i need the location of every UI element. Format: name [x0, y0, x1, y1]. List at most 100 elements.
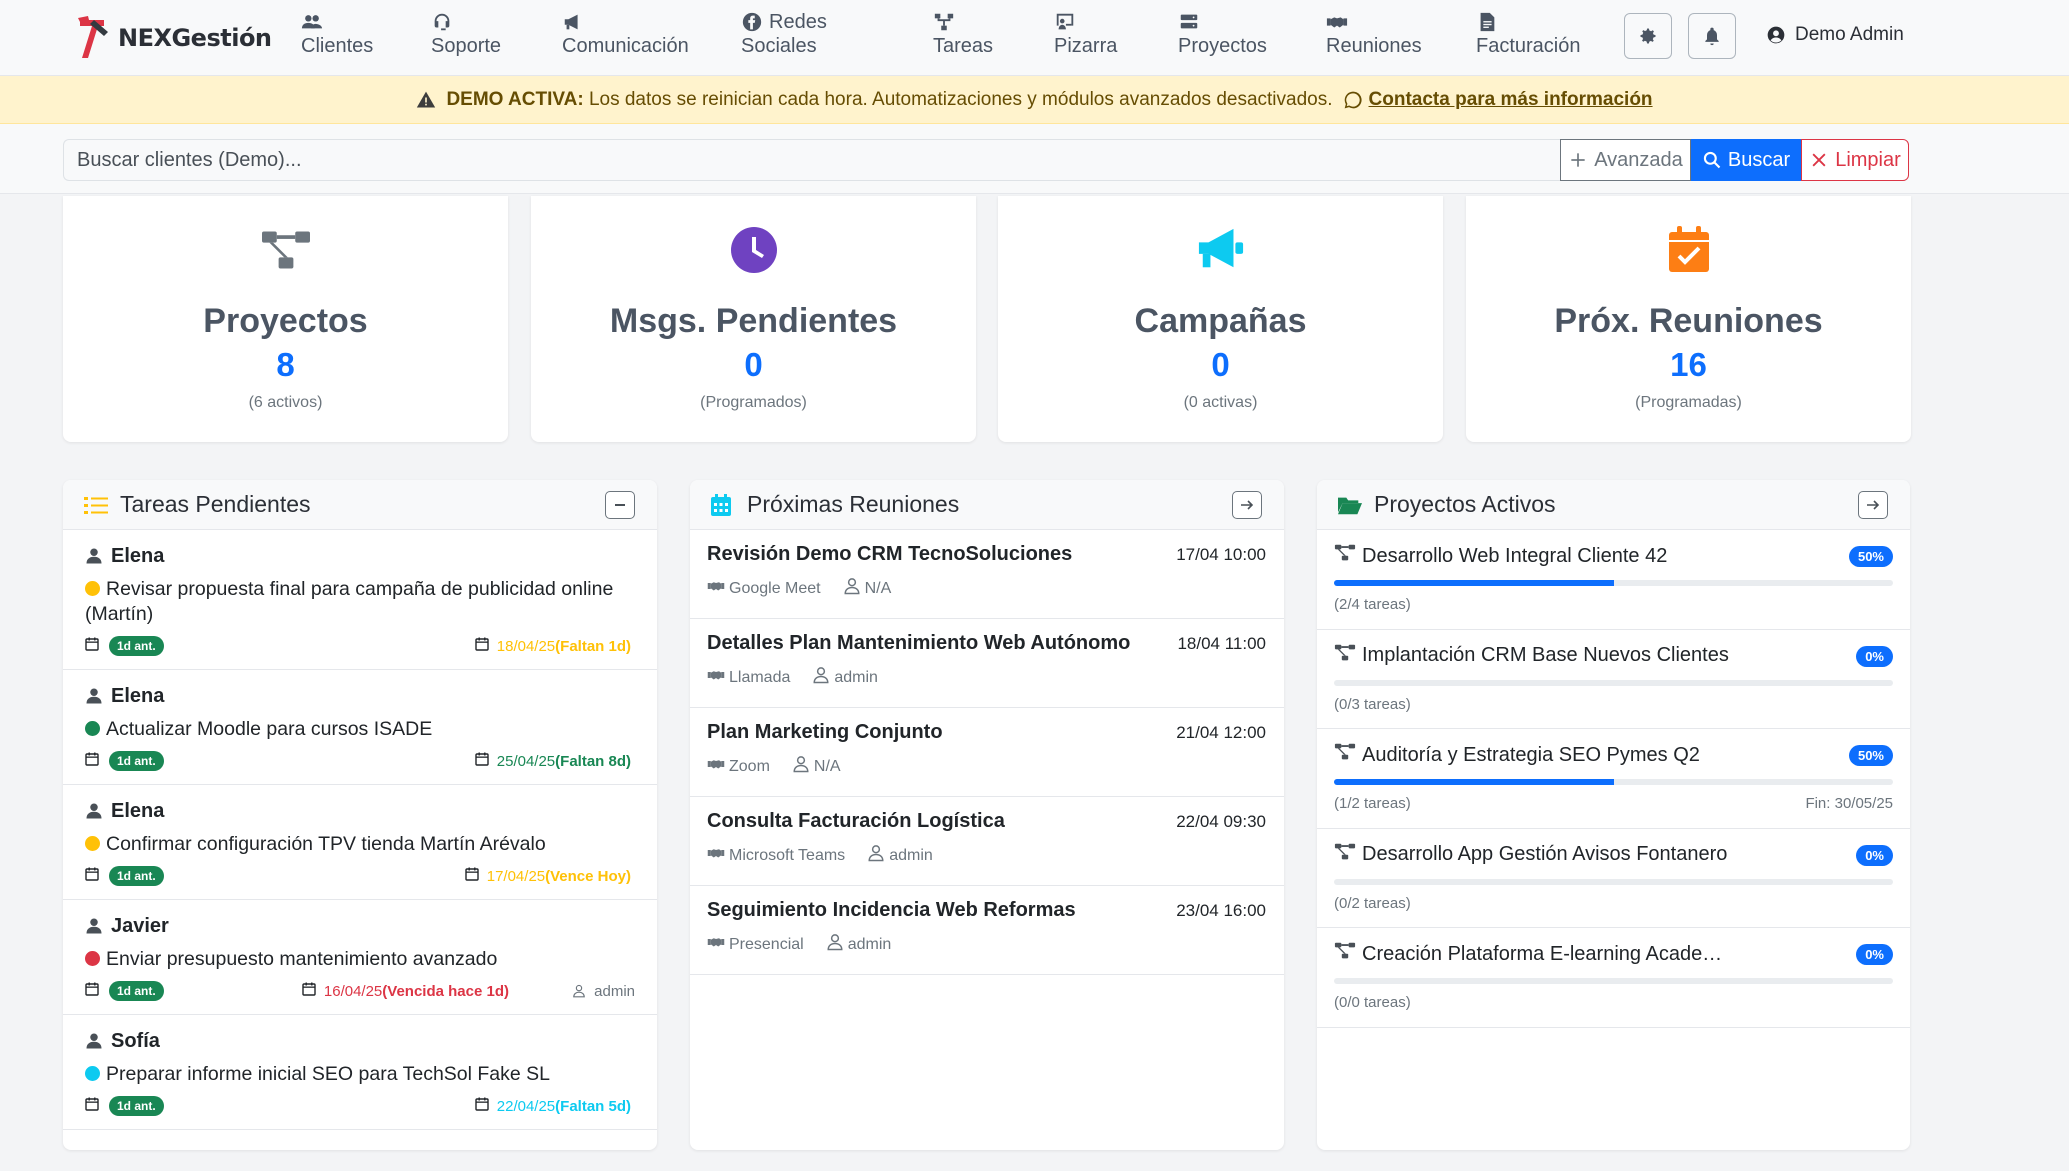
meeting-item[interactable]: Consulta Facturación Logística 22/04 09:3…: [690, 797, 1284, 886]
project-item[interactable]: Desarrollo App Gestión Avisos Fontanero 0…: [1317, 829, 1910, 928]
close-icon: [1812, 153, 1826, 167]
stat-value: 0: [1211, 346, 1230, 383]
nav-reuniones[interactable]: Reuniones: [1326, 10, 1422, 58]
tasks-panel: Tareas Pendientes Elena Revisar propuesta…: [63, 480, 657, 1150]
projects-list: Desarrollo Web Integral Cliente 42 50% (2/…: [1317, 530, 1910, 1028]
user-outline-icon: [812, 666, 830, 689]
nav-pizarra[interactable]: Pizarra: [1054, 10, 1117, 58]
calendar-small-icon: [85, 752, 99, 766]
progress-badge: 0%: [1856, 645, 1893, 667]
task-item[interactable]: Elena Revisar propuesta final para campañ…: [63, 530, 657, 670]
task-description-text: Confirmar configuración TPV tienda Martí…: [106, 833, 546, 855]
stat-value: 8: [276, 346, 295, 383]
meeting-item[interactable]: Seguimiento Incidencia Web Reformas 23/04…: [690, 886, 1284, 975]
meeting-item[interactable]: Revisión Demo CRM TecnoSoluciones 17/04 1…: [690, 530, 1284, 619]
stat-card-campanas[interactable]: Campañas 0 (0 activas): [998, 196, 1443, 442]
advanced-label: Avanzada: [1594, 148, 1683, 171]
user-outline-icon: [826, 933, 844, 956]
task-meta: 1d ant. 18/04/25 (Faltan 1d): [85, 635, 635, 657]
task-meta: 1d ant. 17/04/25 (Vence Hoy): [85, 865, 635, 887]
progress-badge: 0%: [1856, 844, 1893, 866]
open-meetings-button[interactable]: [1232, 491, 1262, 519]
nav-soporte[interactable]: Soporte: [431, 10, 501, 58]
nav-tareas[interactable]: Tareas: [933, 10, 993, 58]
calendar-small-icon: [85, 637, 99, 651]
meetings-panel: Próximas Reuniones Revisión Demo CRM Tec…: [690, 480, 1284, 1150]
project-item[interactable]: Desarrollo Web Integral Cliente 42 50% (2/…: [1317, 530, 1910, 630]
user-outline-icon: [573, 984, 585, 998]
created-badge: 1d ant.: [109, 1096, 164, 1116]
project-tasks-count: (0/0 tareas): [1334, 994, 1411, 1011]
task-meta: 1d ant. 22/04/25 (Faltan 5d): [85, 1095, 635, 1117]
meetings-panel-header: Próximas Reuniones: [690, 480, 1284, 530]
user-outline-icon: [792, 755, 810, 778]
nav-proyectos[interactable]: Proyectos: [1178, 10, 1267, 58]
plus-icon: [1571, 153, 1585, 167]
task-due-date: 25/04/25: [496, 752, 556, 770]
nav-label: Soporte: [431, 35, 502, 57]
task-user: Elena: [85, 799, 635, 823]
headset-icon: [434, 13, 450, 31]
calendar-icon: [465, 867, 479, 885]
tasks-list-icon: [84, 493, 108, 517]
user-icon: [86, 688, 102, 704]
project-diagram-icon: [1334, 542, 1356, 570]
stat-card-proyectos[interactable]: Proyectos 8 (6 activos): [63, 196, 508, 442]
task-item[interactable]: Javier Enviar presupuesto mantenimiento a…: [63, 900, 657, 1015]
meeting-host: N/A: [864, 579, 892, 597]
task-item[interactable]: Elena Confirmar configuración TPV tienda …: [63, 785, 657, 900]
handshake-icon: [707, 577, 725, 600]
project-item[interactable]: Auditoría y Estrategia SEO Pymes Q2 50% (1…: [1317, 729, 1910, 829]
task-description-text: Enviar presupuesto mantenimiento avanzad…: [106, 948, 498, 970]
task-due: 22/04/25 (Faltan 5d): [475, 1097, 631, 1115]
search-button[interactable]: Buscar: [1691, 139, 1801, 181]
clear-search-button[interactable]: Limpiar: [1801, 139, 1909, 181]
search-input[interactable]: [63, 139, 1560, 181]
calendar-small-icon: [85, 1097, 99, 1111]
projects-panel-title: Proyectos Activos: [1374, 491, 1556, 517]
stat-card-mensajes[interactable]: Msgs. Pendientes 0 (Programados): [531, 196, 976, 442]
meeting-time: 18/04 11:00: [1177, 634, 1266, 653]
progress-badge: 0%: [1856, 944, 1893, 965]
meeting-host: admin: [889, 846, 933, 864]
calendar-small-icon: [85, 982, 99, 996]
nav-redes-sociales[interactable]: Redes Sociales: [741, 10, 827, 58]
nav-clientes[interactable]: Clientes: [301, 10, 373, 58]
meeting-meta: Llamada admin: [707, 666, 1266, 689]
meeting-item[interactable]: Plan Marketing Conjunto 21/04 12:00 Zoom N/…: [690, 708, 1284, 797]
task-description: Revisar propuesta final para campaña de …: [85, 577, 635, 627]
task-item[interactable]: Sofía Preparar informe inicial SEO para T…: [63, 1015, 657, 1130]
notifications-button[interactable]: [1688, 13, 1736, 59]
sitemap-icon: [934, 13, 954, 31]
calendar-icon: [711, 493, 735, 517]
collapse-tasks-button[interactable]: [605, 491, 635, 519]
meeting-meta: Zoom N/A: [707, 755, 1266, 778]
nav-facturacion[interactable]: Facturación: [1476, 10, 1581, 58]
progress-fill: [1334, 779, 1614, 785]
server-icon: [1180, 14, 1198, 29]
brand-name: NEXGestión: [118, 24, 272, 52]
task-due: 17/04/25 (Vence Hoy): [465, 867, 631, 885]
task-due-date: 18/04/25: [496, 637, 556, 655]
meeting-host: admin: [847, 935, 892, 953]
task-due: 18/04/25 (Faltan 1d): [475, 637, 631, 655]
contact-link[interactable]: Contacta para más información: [1369, 89, 1653, 111]
open-projects-button[interactable]: [1858, 491, 1888, 519]
brand[interactable]: NEXGestión: [74, 14, 272, 62]
advanced-search-button[interactable]: Avanzada: [1560, 139, 1691, 181]
handshake-icon: [707, 844, 725, 867]
nav-comunicacion[interactable]: Comunicación: [562, 10, 689, 58]
calendar-icon: [302, 982, 316, 1000]
meeting-host: admin: [834, 668, 878, 686]
meeting-item[interactable]: Detalles Plan Mantenimiento Web Autónomo…: [690, 619, 1284, 708]
task-due-status: (Vence Hoy): [545, 867, 631, 885]
calendar-check-icon: [1665, 226, 1713, 274]
task-item[interactable]: Elena Actualizar Moodle para cursos ISADE…: [63, 670, 657, 785]
project-item[interactable]: Creación Plataforma E-learning Acade… 0% (…: [1317, 928, 1910, 1028]
task-due-status: (Faltan 5d): [555, 1097, 631, 1115]
user-menu[interactable]: Demo Admin: [1766, 24, 1904, 46]
user-circle-icon: [1767, 26, 1785, 44]
settings-button[interactable]: [1624, 13, 1672, 59]
project-item[interactable]: Implantación CRM Base Nuevos Clientes 0% (…: [1317, 630, 1910, 729]
stat-card-reuniones[interactable]: Próx. Reuniones 16 (Programadas): [1466, 196, 1911, 442]
